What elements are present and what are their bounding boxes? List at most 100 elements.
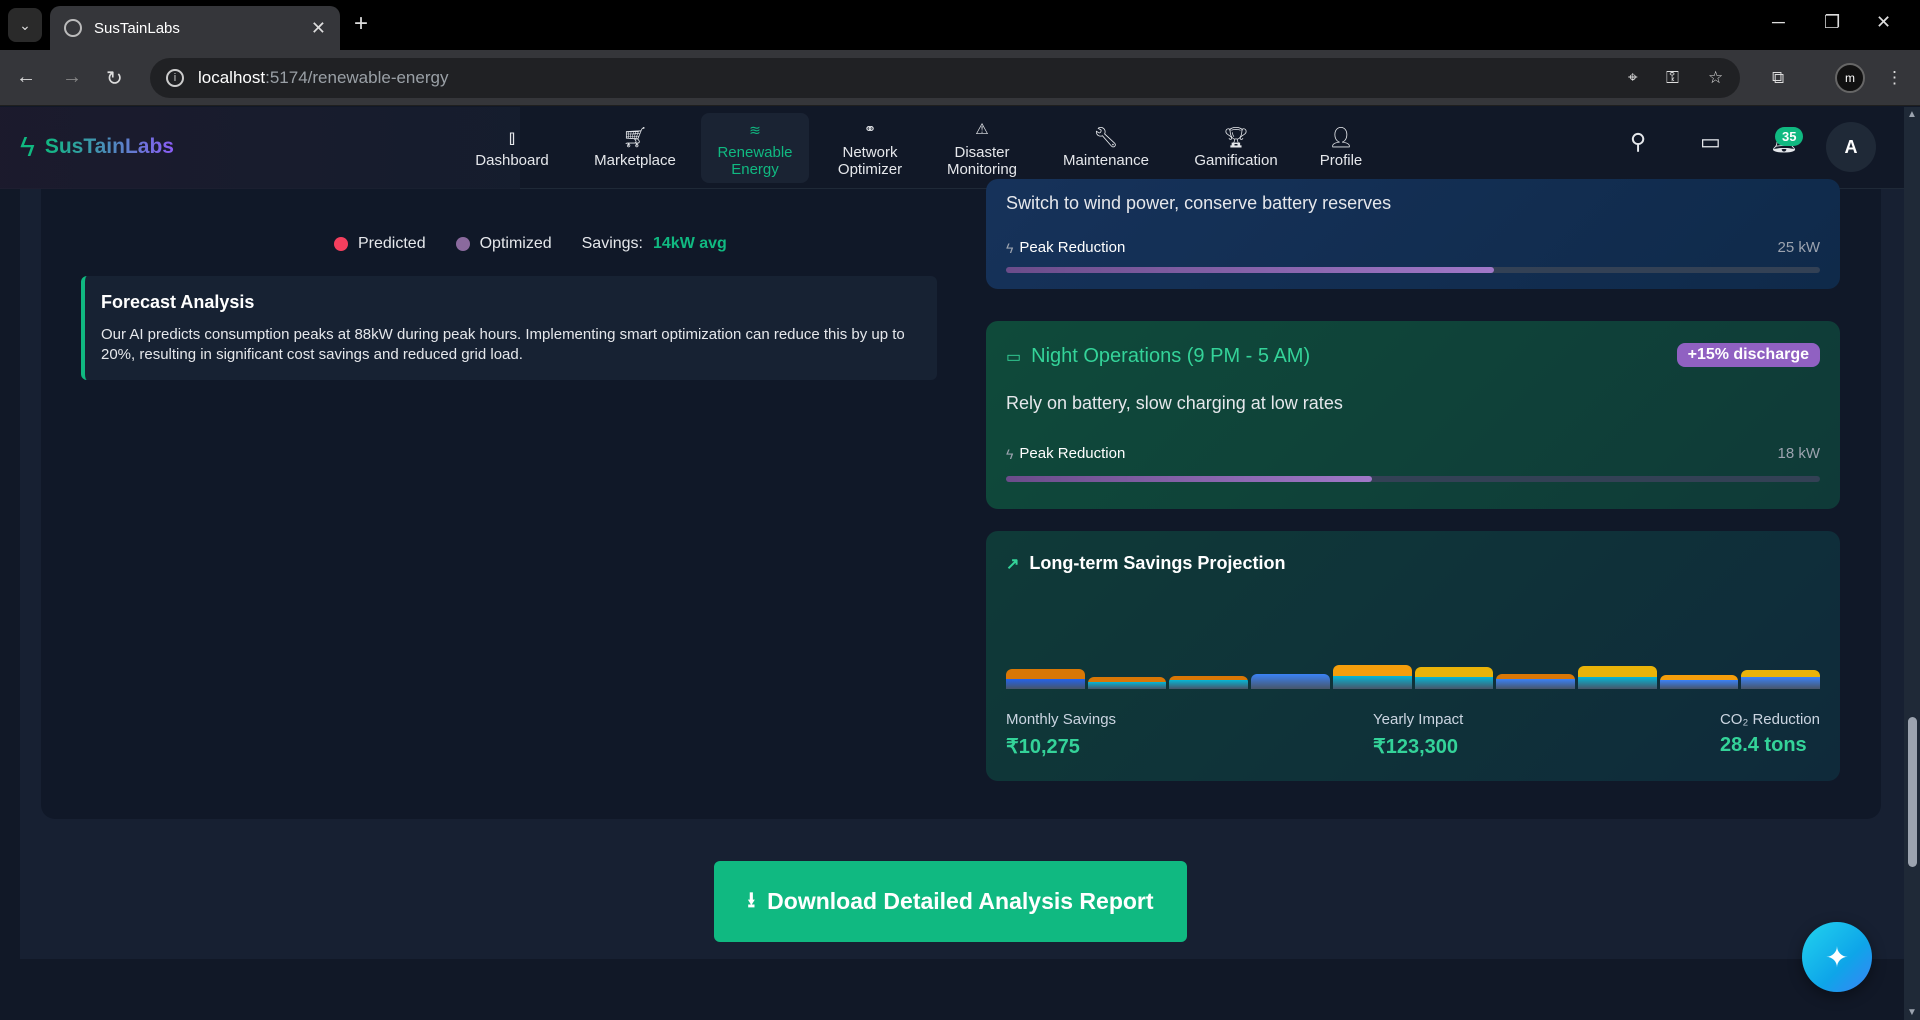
projection-bar-chart [1006,641,1821,689]
site-info-icon[interactable]: i [166,69,184,87]
stat-label: Monthly Savings [1006,711,1117,728]
brand-name: SusTainLabs [44,135,174,158]
nav-renewable-energy[interactable]: ≋ Renewable Energy [701,113,809,183]
warning-icon: ⚠ [975,120,989,138]
window-close-icon[interactable]: ✕ [1876,12,1891,33]
projection-bar-top-segment [1414,667,1494,677]
analysis-panel: Predicted Optimized Savings: 14kW avg Fo… [41,179,1881,819]
download-report-button[interactable]: ⭳ Download Detailed Analysis Report [714,861,1187,942]
download-icon: ⭳ [747,886,756,912]
projection-bar-bottom-segment [1251,674,1330,689]
projection-bar [1006,669,1085,689]
peak-progress-bar [1006,476,1820,482]
nav-label: Renewable Energy [717,143,793,178]
close-tab-icon[interactable]: ✕ [311,18,326,39]
browser-profile-icon[interactable]: m [1835,63,1865,93]
stat-label: Yearly Impact [1373,711,1464,728]
download-button-label: Download Detailed Analysis Report [767,888,1154,914]
peak-progress-fill [1006,476,1373,482]
legend-optimized: Optimized [455,235,552,253]
nav-maintenance[interactable]: 🔧︎ Maintenance [1038,113,1174,183]
url-input[interactable]: i localhost :5174/renewable-energy [150,58,1740,98]
bar-chart-icon: ⫾ [508,127,516,149]
browser-tab[interactable]: SusTainLabs ✕ [50,6,340,50]
chart-legend: Predicted Optimized Savings: 14kW avg [334,235,727,253]
trending-up-icon: ↗ [1006,555,1020,573]
projection-bar [1169,676,1249,689]
search-icon[interactable]: ⚲ [1630,129,1646,155]
projection-bar-bottom-segment [1414,677,1494,689]
monitor-icon[interactable]: ▭ [1700,129,1721,155]
nav-label: Gamification [1194,152,1278,169]
nav-label: Disaster Monitoring [946,143,1018,178]
projection-bar-bottom-segment [1332,676,1412,689]
peak-reduction-label: ϟ Peak Reduction [1006,445,1125,462]
reload-icon[interactable]: ↻ [106,66,123,91]
scroll-up-icon[interactable]: ▲ [1907,109,1917,120]
page-scrollbar[interactable]: ▲ ▼ [1904,107,1920,1020]
projection-bar [1659,675,1739,689]
nav-profile[interactable]: 👤︎ Profile [1298,113,1384,183]
stat-value: ₹123,300 [1373,736,1459,758]
peak-progress-fill [1006,267,1495,273]
nav-label: Maintenance [1063,152,1149,169]
ai-assistant-button[interactable]: ✦ [1802,922,1872,992]
url-path: :5174/renewable-energy [265,68,449,87]
extensions-icon[interactable]: ⧉ [1772,68,1784,88]
yearly-impact-stat: Yearly Impact ₹123,300 [1373,711,1463,759]
stat-value: 28.4 tons [1719,734,1807,756]
nav-marketplace[interactable]: 🛒︎ Marketplace [574,113,696,183]
savings-label: Savings: [581,235,643,252]
projection-bar-bottom-segment [1006,679,1085,689]
nav-network-optimizer[interactable]: ⚭ Network Optimizer [814,113,926,183]
url-host: localhost [198,68,266,87]
co2-reduction-stat: CO₂ Reduction 28.4 tons [1720,711,1820,757]
tab-search-button[interactable]: ⌄ [8,8,42,42]
wind-icon: ≋ [749,121,761,138]
legend-label: Optimized [479,235,552,252]
scroll-down-icon[interactable]: ▼ [1907,1007,1917,1018]
projection-bar [1577,666,1657,689]
scrollbar-thumb[interactable] [1908,717,1917,867]
sparkles-icon: ✦ [1825,941,1849,973]
location-icon[interactable]: ⌖ [1628,68,1638,88]
bookmark-star-icon[interactable]: ☆ [1708,68,1723,88]
forward-icon[interactable]: → [62,66,82,89]
forecast-text: Our AI predicts consumption peaks at 88k… [101,326,905,363]
minimize-icon[interactable]: ─ [1772,12,1785,33]
key-icon[interactable]: ⚿ [1666,68,1679,88]
bolt-icon: ϟ [1006,445,1014,462]
projection-bar-bottom-segment [1169,680,1249,689]
avatar[interactable]: A [1826,122,1876,172]
projection-title: ↗ Long-term Savings Projection [1006,553,1285,574]
strategy-card-wind: Switch to wind power, conserve battery r… [986,179,1840,289]
bolt-icon: ϟ [1006,239,1014,256]
discharge-badge: +15% discharge [1676,343,1820,367]
back-icon[interactable]: ← [16,66,36,89]
projection-bar-top-segment [1741,670,1821,677]
tab-title: SusTainLabs [94,19,180,37]
forecast-title: Forecast Analysis [101,292,255,312]
cart-icon: 🛒︎ [622,127,648,149]
strategy-title: ▭ Night Operations (9 PM - 5 AM) [1006,345,1310,368]
trophy-icon: 🏆︎ [1223,127,1249,149]
brand-logo[interactable]: ϟ SusTainLabs [20,133,174,161]
user-icon: 👤︎ [1328,127,1354,149]
strategy-card-night: ▭ Night Operations (9 PM - 5 AM) +15% di… [986,321,1840,509]
nav-dashboard[interactable]: ⫾ Dashboard [450,113,574,183]
main-nav: ⫾ Dashboard 🛒︎ Marketplace ≋ Renewable E… [450,113,1384,183]
browser-menu-icon[interactable]: ⋮ [1886,68,1903,88]
savings-projection-card: ↗ Long-term Savings Projection Monthly S… [986,531,1840,781]
nav-disaster-monitoring[interactable]: ⚠ Disaster Monitoring [926,113,1038,183]
peak-label-text: Peak Reduction [1019,445,1126,462]
projection-bar [1251,674,1330,689]
projection-bar-bottom-segment [1496,679,1575,689]
new-tab-button[interactable]: + [354,12,368,36]
optimized-dot [455,237,470,251]
restore-icon[interactable]: ❐ [1824,12,1840,33]
nav-label: Marketplace [594,152,676,169]
strategy-description: Switch to wind power, conserve battery r… [1006,193,1392,213]
legend-label: Predicted [358,235,426,252]
nav-gamification[interactable]: 🏆︎ Gamification [1174,113,1298,183]
stat-label: CO₂ Reduction [1719,711,1820,728]
